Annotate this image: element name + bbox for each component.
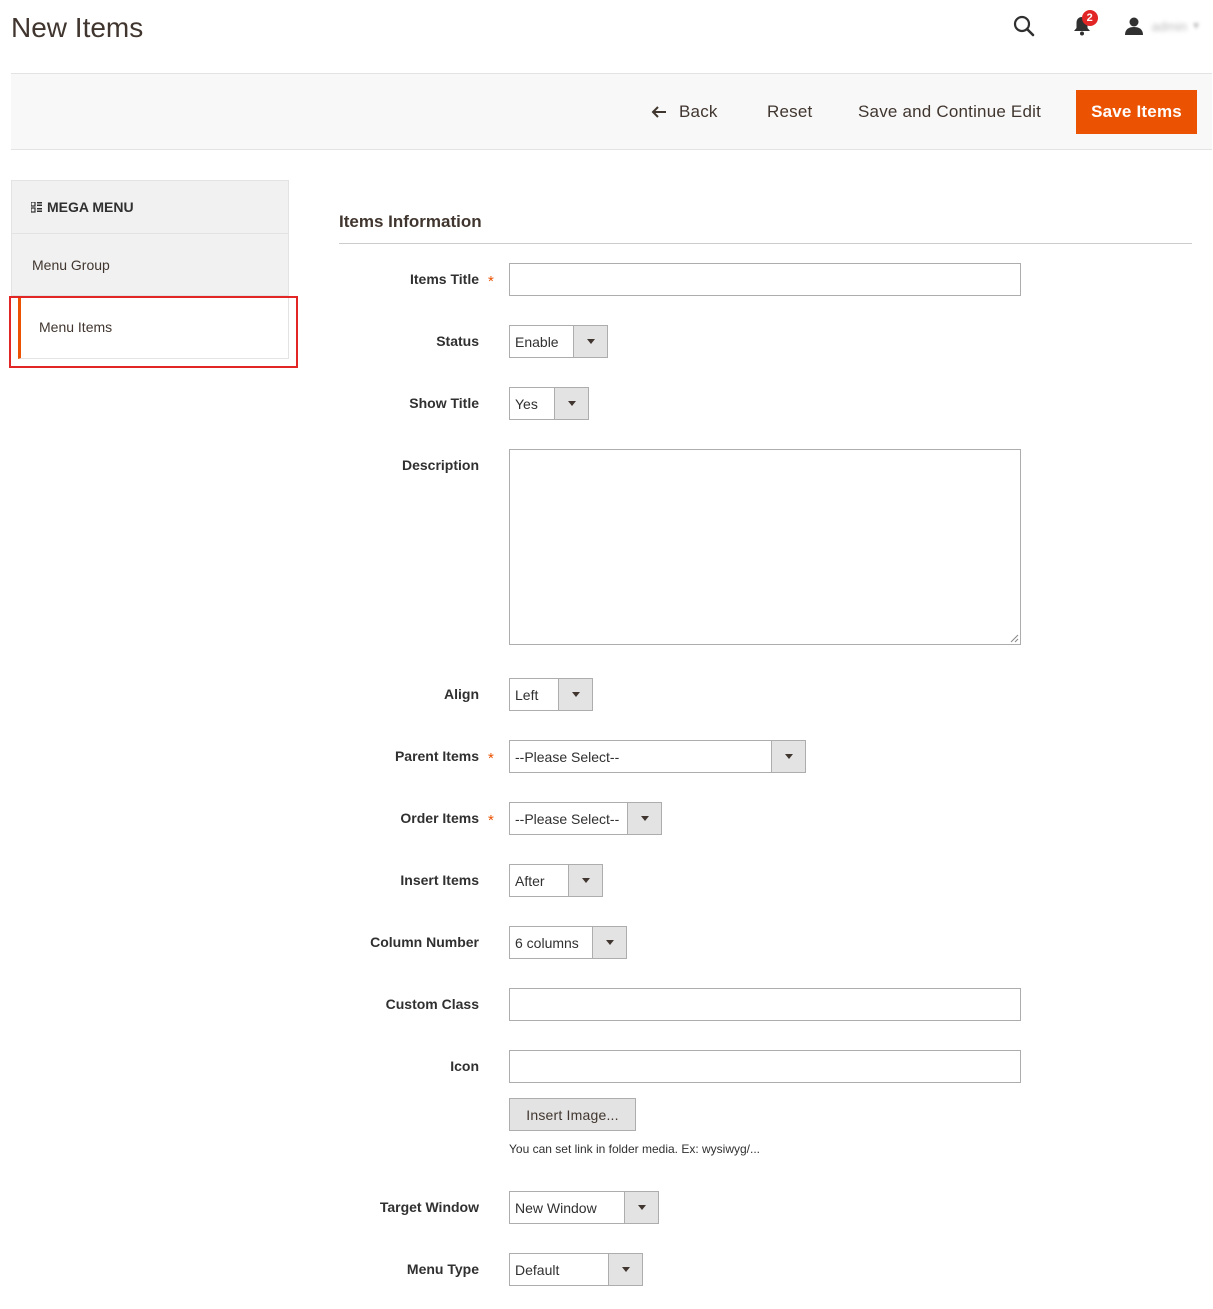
notification-badge: 2 xyxy=(1081,10,1098,26)
parent-items-value: --Please Select-- xyxy=(515,748,620,765)
chevron-down-icon xyxy=(624,1192,658,1223)
user-menu[interactable]: admin ▼ xyxy=(1124,16,1201,36)
align-label: Align xyxy=(444,686,479,702)
arrow-left-icon xyxy=(651,105,667,119)
insert-items-value: After xyxy=(515,872,545,889)
target-window-label: Target Window xyxy=(379,1199,479,1215)
parent-items-select[interactable]: --Please Select-- xyxy=(509,740,806,773)
align-value: Left xyxy=(515,686,539,703)
menu-type-select[interactable]: Default xyxy=(509,1253,643,1286)
custom-class-label: Custom Class xyxy=(385,996,479,1012)
align-select[interactable]: Left xyxy=(509,678,593,711)
status-label: Status xyxy=(436,333,479,349)
insert-items-select[interactable]: After xyxy=(509,864,603,897)
notifications-button[interactable]: 2 xyxy=(1068,10,1098,40)
description-label: Description xyxy=(401,457,479,473)
chevron-down-icon xyxy=(608,1254,642,1285)
section-divider xyxy=(339,243,1192,244)
sidebar-item-menu-group[interactable]: Menu Group xyxy=(11,234,289,296)
search-button[interactable] xyxy=(1010,12,1038,40)
chevron-down-icon xyxy=(592,927,626,958)
resize-handle-icon[interactable] xyxy=(1009,633,1019,643)
description-textarea[interactable] xyxy=(509,449,1021,645)
items-title-label: Items Title xyxy=(410,271,479,287)
menu-type-label: Menu Type xyxy=(406,1261,479,1277)
highlight-annotation xyxy=(9,296,298,368)
custom-class-input[interactable] xyxy=(509,988,1021,1021)
chevron-down-icon xyxy=(554,388,588,419)
page-title: New Items xyxy=(11,12,144,43)
show-title-label: Show Title xyxy=(409,395,479,411)
order-items-label: Order Items xyxy=(400,810,479,826)
chevron-down-icon xyxy=(771,741,805,772)
show-title-select[interactable]: Yes xyxy=(509,387,589,420)
column-number-select[interactable]: 6 columns xyxy=(509,926,627,959)
required-marker: * xyxy=(488,812,494,829)
back-button[interactable]: Back xyxy=(651,90,718,134)
save-items-button[interactable]: Save Items xyxy=(1076,90,1197,134)
show-title-value: Yes xyxy=(515,395,538,412)
insert-items-label: Insert Items xyxy=(400,872,479,888)
parent-items-label: Parent Items xyxy=(394,748,479,764)
chevron-down-icon xyxy=(568,865,602,896)
icon-input[interactable] xyxy=(509,1050,1021,1083)
target-window-select[interactable]: New Window xyxy=(509,1191,659,1224)
status-value: Enable xyxy=(515,333,559,350)
header-actions: 2 admin ▼ xyxy=(1010,10,1201,40)
items-title-input[interactable] xyxy=(509,263,1021,296)
column-number-label: Column Number xyxy=(370,934,479,950)
chevron-down-icon xyxy=(573,326,607,357)
page-actions-toolbar: Back Reset Save and Continue Edit Save I… xyxy=(11,73,1212,150)
required-marker: * xyxy=(488,273,494,290)
chevron-down-icon xyxy=(627,803,661,834)
chevron-down-icon: ▼ xyxy=(1191,20,1201,32)
save-and-continue-button[interactable]: Save and Continue Edit xyxy=(858,90,1041,134)
column-number-value: 6 columns xyxy=(515,934,579,951)
search-icon xyxy=(1013,15,1034,37)
icon-label: Icon xyxy=(450,1058,479,1074)
section-title: Items Information xyxy=(339,212,482,231)
required-marker: * xyxy=(488,750,494,767)
target-window-value: New Window xyxy=(515,1199,597,1216)
menu-grid-icon xyxy=(31,201,42,213)
sidebar-title-label: MEGA MENU xyxy=(47,199,134,215)
status-select[interactable]: Enable xyxy=(509,325,608,358)
back-label: Back xyxy=(679,102,718,121)
menu-type-value: Default xyxy=(515,1261,560,1278)
icon-note: You can set link in folder media. Ex: wy… xyxy=(509,1142,761,1156)
user-icon xyxy=(1124,17,1143,35)
order-items-select[interactable]: --Please Select-- xyxy=(509,802,662,835)
chevron-down-icon xyxy=(558,679,592,710)
insert-image-button[interactable]: Insert Image... xyxy=(509,1098,636,1131)
order-items-value: --Please Select-- xyxy=(515,810,620,827)
sidebar-title: MEGA MENU xyxy=(11,180,289,234)
user-name: admin xyxy=(1151,18,1188,34)
reset-button[interactable]: Reset xyxy=(767,90,812,134)
